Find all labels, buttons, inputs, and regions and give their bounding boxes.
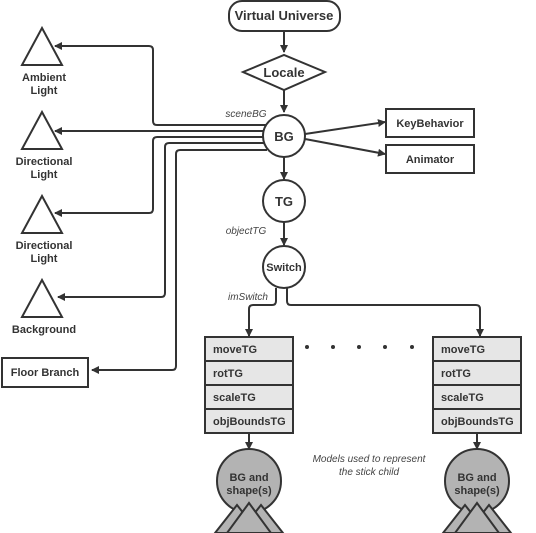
locale-label: Locale bbox=[263, 65, 304, 80]
directional-light-1-label-1: Directional bbox=[16, 156, 73, 168]
ellipsis-dots bbox=[305, 345, 414, 349]
edge-bg-background bbox=[57, 142, 265, 301]
transform-stack-2: moveTG rotTG scaleTG objBoundsTG BG andshape… bbox=[432, 336, 522, 533]
directional-light-node-2: Directional Light bbox=[16, 193, 73, 265]
model-label-2: shape(s) bbox=[454, 485, 500, 497]
object-tg-label: objectTG bbox=[226, 226, 267, 237]
animator-node: Animator bbox=[385, 144, 475, 174]
stack-row-label: moveTG bbox=[441, 344, 485, 356]
ambient-light-node: Ambient Light bbox=[20, 25, 66, 97]
key-behavior-label: KeyBehavior bbox=[396, 118, 464, 130]
bg-label: BG bbox=[274, 129, 294, 144]
scene-bg-label: sceneBG bbox=[225, 109, 266, 120]
virtual-universe-label: Virtual Universe bbox=[235, 8, 334, 23]
virtual-universe-node: Virtual Universe bbox=[228, 0, 341, 32]
tg-node: TG bbox=[262, 179, 306, 223]
ambient-light-label-1: Ambient bbox=[22, 72, 66, 84]
background-node: Background bbox=[12, 277, 76, 336]
directional-light-node-1: Directional Light bbox=[16, 109, 73, 181]
edge-bg-keybehavior bbox=[304, 119, 386, 135]
ambient-light-label-2: Light bbox=[31, 85, 58, 97]
directional-light-2-label-2: Light bbox=[31, 253, 58, 265]
directional-light-2-label-1: Directional bbox=[16, 240, 73, 252]
stack-row-label: moveTG bbox=[213, 344, 257, 356]
caption-line-2: the stick child bbox=[339, 467, 399, 478]
animator-label: Animator bbox=[406, 154, 455, 166]
edge-bg-directional-2 bbox=[54, 136, 264, 217]
directional-light-1-label-2: Light bbox=[31, 169, 58, 181]
model-node: BG andshape(s) bbox=[213, 448, 285, 533]
model-label-2: shape(s) bbox=[226, 485, 272, 497]
stack-row-label: rotTG bbox=[213, 368, 243, 380]
edge-switch-right bbox=[286, 288, 484, 337]
floor-branch-node: Floor Branch bbox=[1, 357, 89, 388]
switch-node: Switch bbox=[262, 245, 306, 289]
background-label: Background bbox=[12, 324, 76, 336]
im-switch-label: imSwitch bbox=[228, 292, 268, 303]
floor-branch-label: Floor Branch bbox=[11, 367, 80, 379]
stack-row-label: objBoundsTG bbox=[213, 416, 286, 428]
edge-bg-animator bbox=[304, 138, 386, 157]
bg-node: BG bbox=[262, 114, 306, 158]
model-node: BG andshape(s) bbox=[441, 448, 513, 533]
model-label-1: BG and bbox=[229, 472, 268, 484]
stack-row-label: scaleTG bbox=[213, 392, 256, 404]
stack-row-label: rotTG bbox=[441, 368, 471, 380]
stack-row-label: scaleTG bbox=[441, 392, 484, 404]
switch-label: Switch bbox=[266, 262, 302, 274]
caption-line-1: Models used to represent bbox=[313, 454, 427, 465]
stack-row-label: objBoundsTG bbox=[441, 416, 514, 428]
tg-label: TG bbox=[275, 194, 293, 209]
scene-graph-diagram: Virtual Universe Locale sceneBG BG KeyBe… bbox=[1, 0, 522, 533]
model-label-1: BG and bbox=[457, 472, 496, 484]
transform-stack-1: moveTG rotTG scaleTG objBoundsTG BG andshape… bbox=[204, 336, 294, 533]
key-behavior-node: KeyBehavior bbox=[385, 108, 475, 138]
locale-node: Locale bbox=[240, 53, 328, 92]
